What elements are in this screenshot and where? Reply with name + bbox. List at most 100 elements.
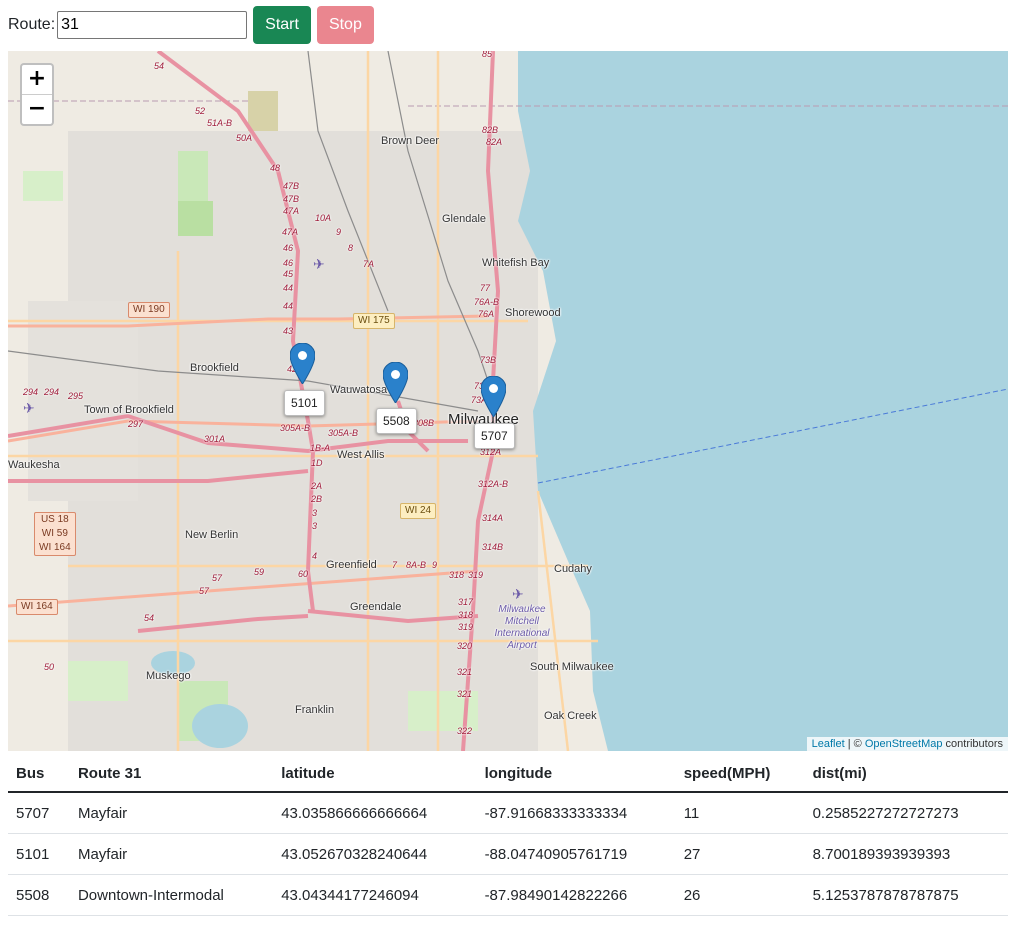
exit-label: 8 — [348, 243, 354, 253]
shield-wi-164-b: WI 164 — [39, 542, 71, 553]
exit-label: 1D — [311, 458, 323, 468]
exit-label: 319 — [458, 622, 474, 632]
exit-label: 8A-B — [406, 560, 427, 570]
place-south-milwaukee: South Milwaukee — [530, 661, 614, 673]
exit-label: 320 — [457, 641, 473, 651]
exit-label: 321 — [457, 667, 473, 677]
exit-label: 52 — [195, 106, 206, 116]
exit-label: 4 — [312, 551, 318, 561]
cell-dist: 8.700189393939393 — [804, 833, 1008, 875]
exit-label: 44 — [283, 301, 294, 311]
exit-label: 2B — [311, 494, 323, 504]
cell-longitude: -88.04740905761719 — [476, 833, 676, 875]
exit-label: 54 — [144, 613, 155, 623]
bus-tooltip: 5101 — [284, 390, 325, 416]
map-attribution: Leaflet | © OpenStreetMap contributors — [806, 737, 1008, 751]
bus-marker-icon[interactable] — [481, 376, 506, 417]
place-airport: Milwaukee Mitchell International Airport — [494, 604, 550, 651]
col-speed: speed(MPH) — [675, 755, 805, 793]
col-latitude: latitude — [273, 755, 477, 793]
place-greenfield: Greenfield — [326, 559, 377, 571]
exit-label: 48 — [270, 163, 281, 173]
cell-speed: 11 — [675, 792, 805, 834]
zoom-in-button[interactable]: + — [22, 65, 52, 95]
col-dist: dist(mi) — [804, 755, 1008, 793]
shield-wi-164: WI 164 — [16, 599, 58, 615]
exit-label: 294 — [44, 387, 60, 397]
exit-label: 301A — [204, 434, 226, 444]
cell-bus: 5707 — [8, 792, 70, 834]
exit-label: 44 — [283, 283, 294, 293]
exit-label: 50 — [44, 662, 55, 672]
exit-label: 82A — [486, 137, 503, 147]
bus-map[interactable]: + − Brown Deer Glendale Whitefish Bay Sh… — [8, 51, 1008, 751]
exit-label: 305A-B — [280, 423, 311, 433]
place-muskego: Muskego — [146, 670, 191, 682]
exit-label: 60 — [298, 569, 309, 579]
shield-wi-59: WI 59 — [41, 528, 68, 539]
exit-label: 47B — [283, 194, 300, 204]
exit-label: 2A — [311, 481, 323, 491]
leaflet-link[interactable]: Leaflet — [812, 738, 845, 750]
exit-label: 305A-B — [328, 428, 359, 438]
exit-label: 46 — [283, 243, 294, 253]
exit-label: 9 — [336, 227, 342, 237]
exit-label: 45 — [283, 269, 294, 279]
place-west-allis: West Allis — [337, 449, 385, 461]
shield-us-18-stack: US 18 WI 59 WI 164 — [34, 512, 76, 556]
zoom-control: + − — [20, 63, 54, 126]
cell-route: Downtown-Intermodal — [69, 874, 274, 916]
shield-wi-190: WI 190 — [128, 302, 170, 318]
cell-speed: 27 — [675, 833, 805, 875]
cell-longitude: -87.98490142822266 — [476, 874, 676, 916]
zoom-out-button[interactable]: − — [22, 95, 52, 124]
exit-label: 9 — [432, 560, 438, 570]
exit-label: 85 — [482, 51, 493, 59]
exit-label: 43 — [283, 326, 294, 336]
place-new-berlin: New Berlin — [185, 529, 239, 541]
route-input[interactable] — [57, 11, 248, 39]
exit-label: 318 — [458, 610, 474, 620]
exit-label: 295 — [68, 391, 84, 401]
exit-label: 7A — [363, 259, 375, 269]
airfield-icon-2: ✈ — [23, 400, 35, 416]
shield-us-18: US 18 — [40, 514, 69, 525]
cell-longitude: -87.91668333333334 — [476, 792, 676, 834]
exit-label: 1B-A — [310, 443, 331, 453]
place-greendale: Greendale — [350, 601, 402, 613]
cell-bus: 5101 — [8, 833, 70, 875]
table-row: 5508 Downtown-Intermodal 43.043441772460… — [8, 874, 1008, 916]
osm-link[interactable]: OpenStreetMap — [865, 738, 943, 750]
stop-button[interactable]: Stop — [316, 6, 374, 44]
place-franklin: Franklin — [295, 704, 335, 716]
exit-label: 51A-B — [207, 118, 233, 128]
exit-label: 47A — [282, 227, 299, 237]
exit-label: 319 — [468, 570, 484, 580]
attribution-separator: | © — [844, 738, 865, 750]
exit-label: 82B — [482, 125, 499, 135]
shield-wi-24: WI 24 — [400, 503, 437, 519]
bus-marker-icon[interactable] — [290, 343, 315, 384]
place-brookfield: Brookfield — [190, 362, 239, 374]
place-cudahy: Cudahy — [554, 563, 592, 575]
cell-dist: 0.2585227272727273 — [804, 792, 1008, 834]
cell-latitude: 43.04344177246094 — [273, 874, 477, 916]
shield-wi-175: WI 175 — [353, 313, 395, 329]
place-whitefish-bay: Whitefish Bay — [482, 257, 550, 269]
exit-label: 77 — [480, 283, 491, 293]
cell-route: Mayfair — [69, 833, 274, 875]
exit-label: 321 — [457, 689, 473, 699]
place-glendale: Glendale — [442, 213, 487, 225]
place-oak-creek: Oak Creek — [544, 710, 597, 722]
exit-label: 54 — [154, 61, 165, 71]
start-button[interactable]: Start — [253, 6, 311, 44]
exit-label: 47B — [283, 181, 300, 191]
exit-label: 294 — [23, 387, 39, 397]
bus-marker-icon[interactable] — [383, 362, 408, 403]
bus-tooltip: 5508 — [376, 408, 417, 434]
exit-label: 59 — [254, 567, 265, 577]
bus-tooltip: 5707 — [474, 423, 515, 449]
place-brown-deer: Brown Deer — [381, 135, 440, 147]
route-label: Route: — [8, 16, 56, 33]
exit-label: 57 — [199, 586, 210, 596]
